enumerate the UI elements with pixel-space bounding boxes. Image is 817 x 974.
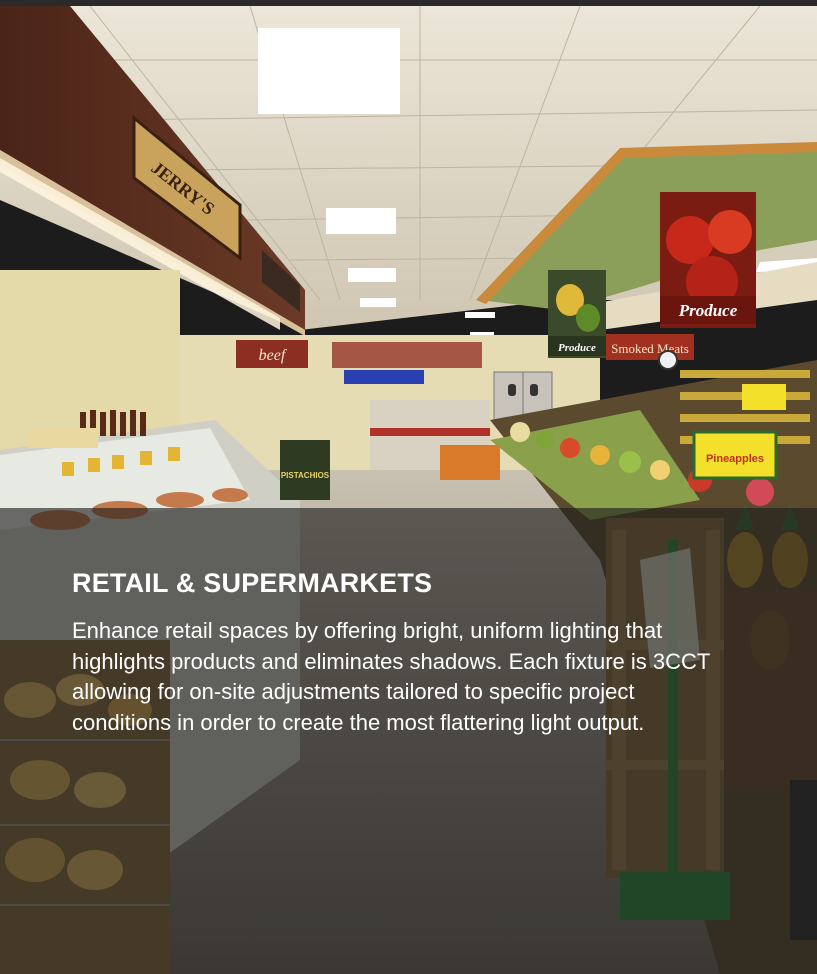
produce-banner-text-1: Produce (678, 301, 738, 320)
small-yellow-sign (742, 384, 786, 410)
pistachio-display: PISTACHIOS (280, 440, 330, 500)
back-banner (332, 342, 482, 368)
card-title: RETAIL & SUPERMARKETS (72, 568, 433, 598)
top-border (0, 0, 817, 6)
clock-icon (658, 350, 678, 370)
produce-banner-text-2: Produce (558, 342, 596, 354)
bread-basket (28, 428, 98, 448)
blue-sign (344, 370, 424, 384)
pineapple-sign-text: Pineapples (706, 453, 764, 465)
beef-sign-text: beef (259, 347, 288, 364)
center-produce (440, 445, 500, 480)
smoked-meats-text: Smoked Meats (611, 341, 689, 356)
card-description: Enhance retail spaces by offering bright… (72, 618, 710, 735)
pistachio-text: PISTACHIOS (281, 471, 330, 480)
retail-card: JERRY'S beef Produce Produce Smoked Meat… (0, 0, 817, 974)
caption: RETAIL & SUPERMARKETS Enhance retail spa… (72, 566, 712, 738)
